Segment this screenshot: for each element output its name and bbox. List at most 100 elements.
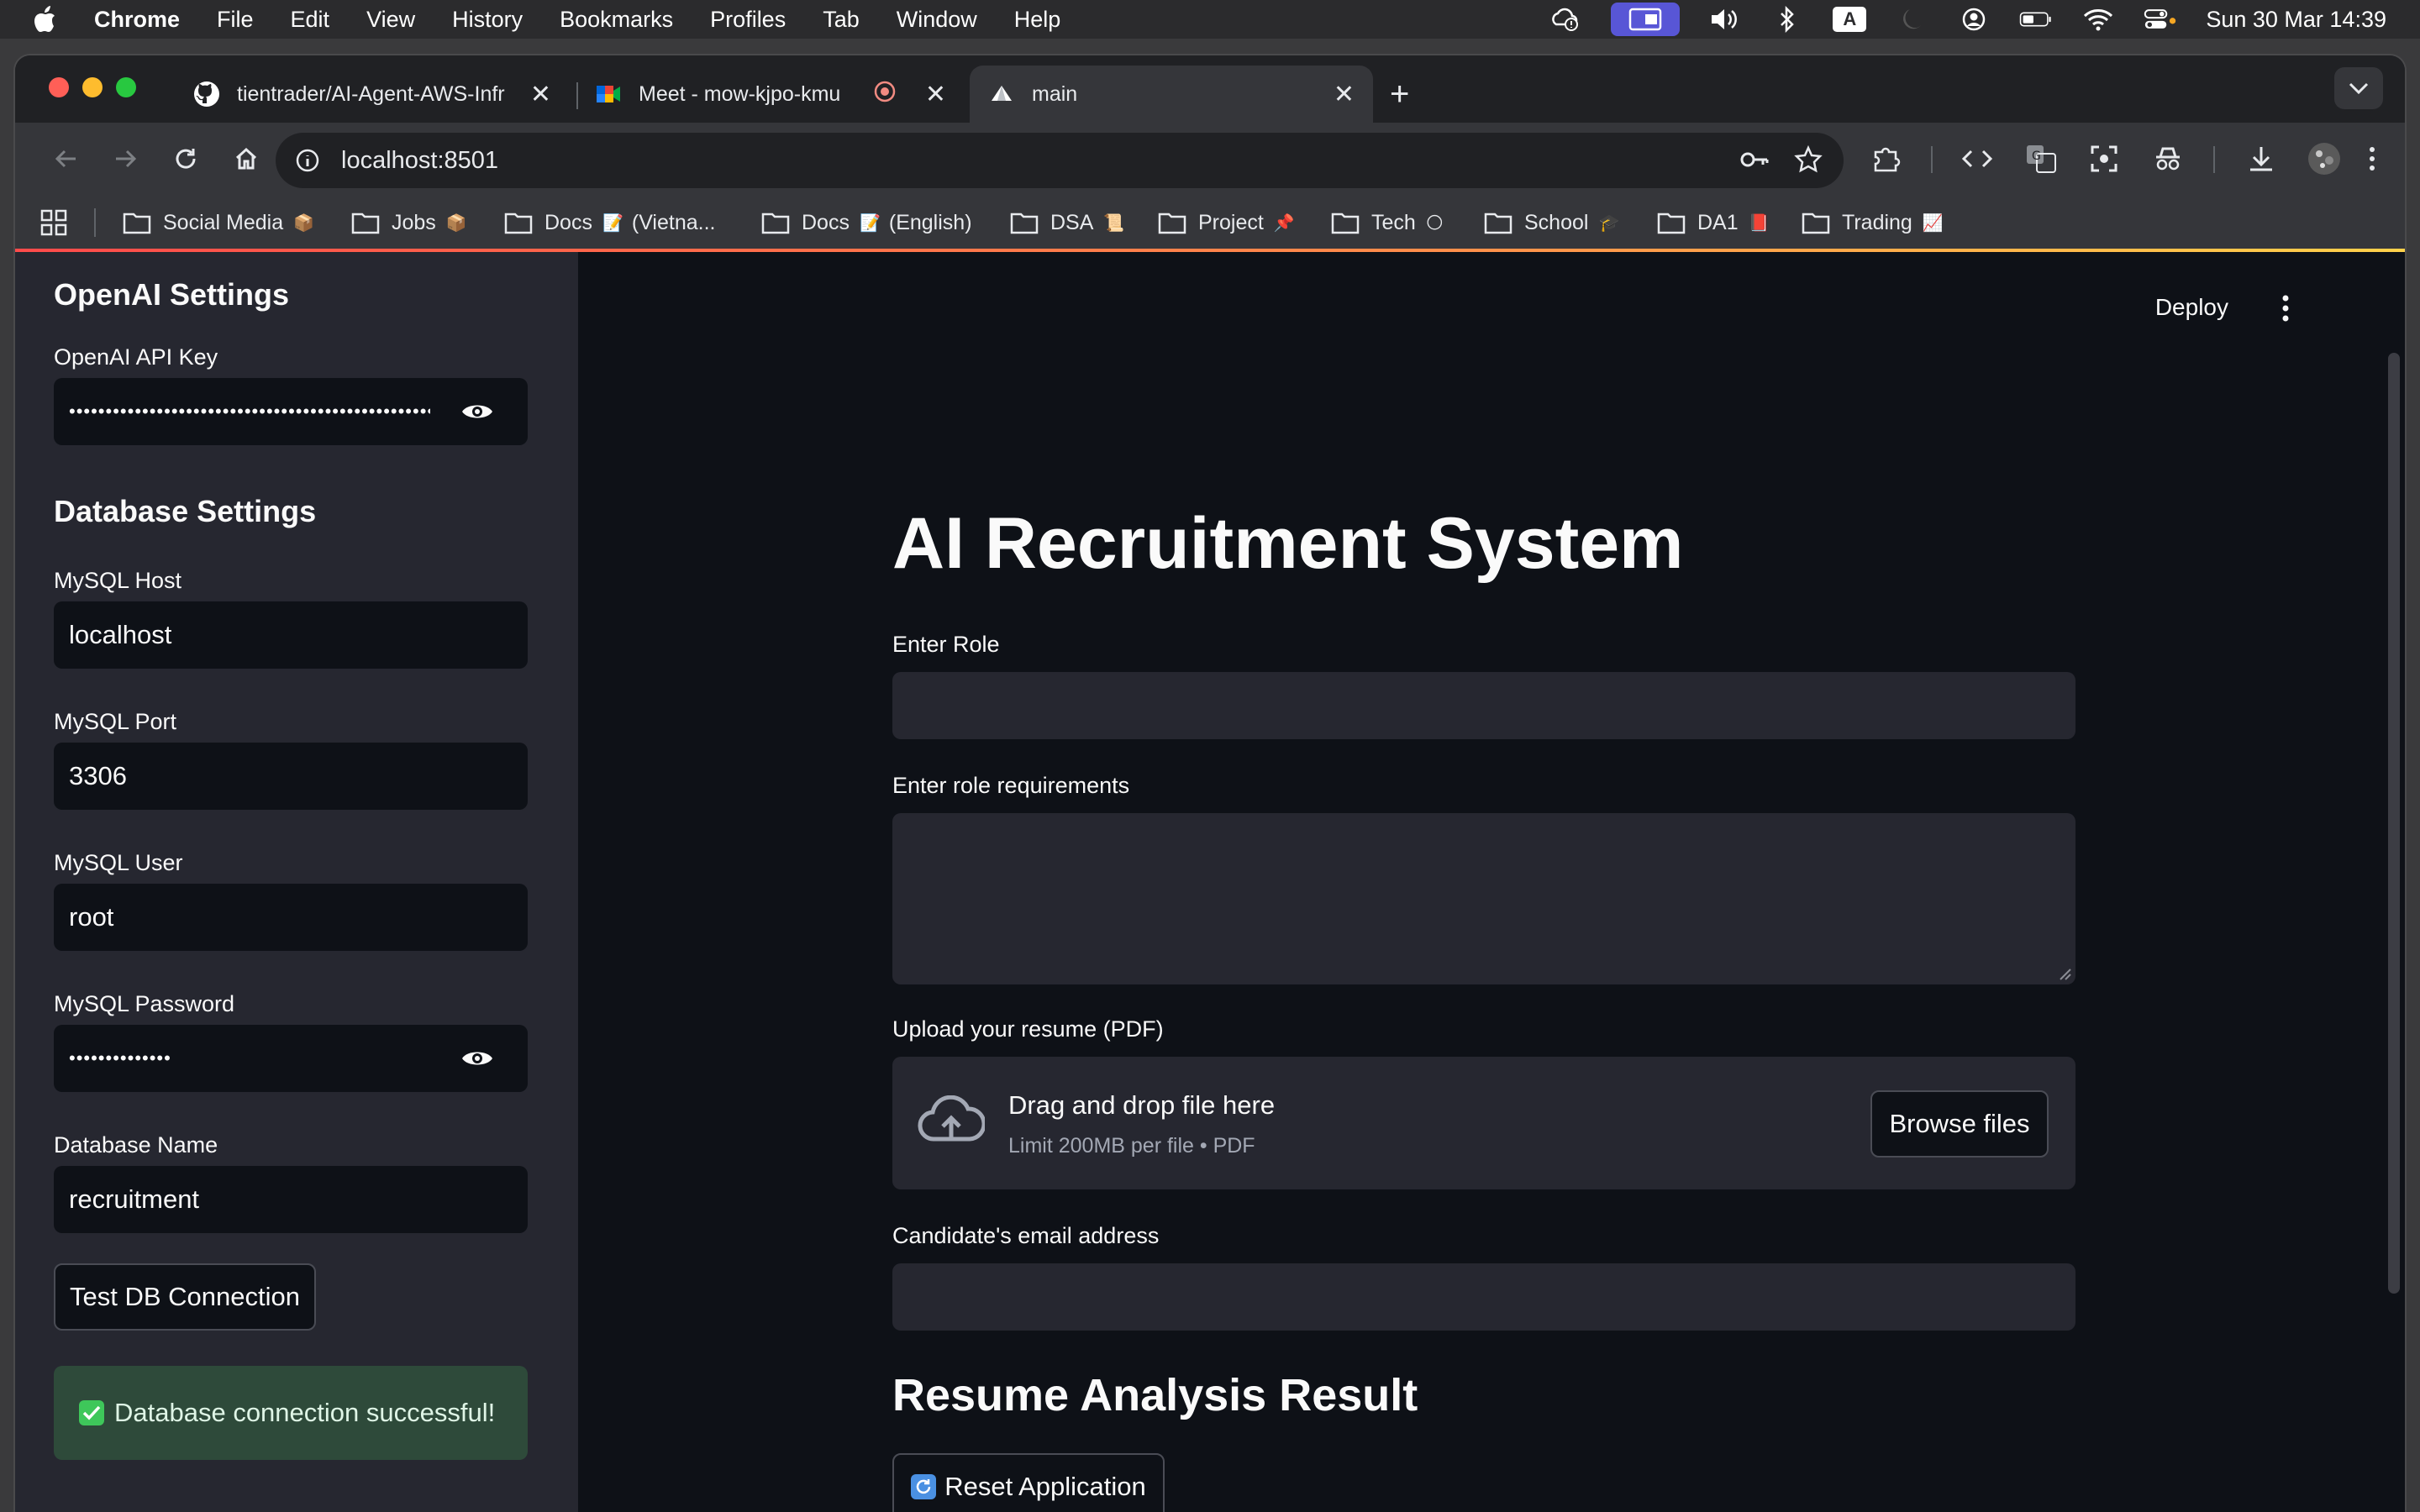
bookmark-folder-project[interactable]: Project 📌 bbox=[1158, 207, 1295, 239]
battery-icon[interactable] bbox=[2019, 6, 2053, 33]
chrome-menu-icon[interactable] bbox=[2368, 141, 2376, 176]
home-button[interactable] bbox=[229, 141, 264, 176]
eye-icon[interactable] bbox=[460, 1045, 494, 1072]
menu-app-name[interactable]: Chrome bbox=[94, 7, 180, 33]
folder-icon bbox=[1802, 213, 1830, 234]
incognito-extension-icon[interactable] bbox=[2153, 141, 2183, 176]
api-key-input[interactable]: ••••••••••••••••••••••••••••••••••••••••… bbox=[54, 378, 528, 445]
bookmark-emoji: 📈 bbox=[1922, 213, 1944, 233]
wifi-icon[interactable] bbox=[2081, 6, 2115, 33]
menu-file[interactable]: File bbox=[217, 7, 254, 33]
apple-icon[interactable] bbox=[34, 6, 57, 33]
browse-files-button[interactable]: Browse files bbox=[1870, 1090, 2049, 1158]
bookmark-folder-da1[interactable]: DA1 📕 bbox=[1657, 207, 1770, 239]
volume-icon[interactable] bbox=[1708, 6, 1742, 33]
apps-grid-icon[interactable] bbox=[40, 209, 67, 236]
tab-main[interactable]: main ✕ bbox=[970, 66, 1373, 123]
deploy-button[interactable]: Deploy bbox=[2155, 294, 2228, 321]
fullscreen-window-button[interactable] bbox=[116, 77, 136, 97]
input-source-icon[interactable]: A bbox=[1833, 6, 1867, 33]
close-tab-icon[interactable]: ✕ bbox=[1323, 80, 1355, 109]
result-heading: Resume Analysis Result bbox=[892, 1370, 1418, 1420]
database-name-input[interactable]: recruitment bbox=[54, 1166, 528, 1233]
folder-icon bbox=[1331, 213, 1360, 234]
menu-window[interactable]: Window bbox=[897, 7, 977, 33]
menu-bookmarks[interactable]: Bookmarks bbox=[560, 7, 673, 33]
folder-icon bbox=[1484, 213, 1512, 234]
weather-icon[interactable] bbox=[1549, 6, 1582, 33]
bookmark-emoji: 📝 bbox=[602, 213, 623, 233]
home-icon bbox=[235, 147, 257, 170]
translate-icon[interactable]: G bbox=[2025, 141, 2057, 176]
google-meet-icon bbox=[595, 81, 622, 108]
bookmark-folder-docs-vietnamese[interactable]: Docs 📝 (Vietna... bbox=[504, 207, 715, 239]
mysql-user-input[interactable]: root bbox=[54, 884, 528, 951]
menu-profiles[interactable]: Profiles bbox=[710, 7, 786, 33]
forward-button[interactable] bbox=[108, 141, 143, 176]
eye-icon[interactable] bbox=[460, 398, 494, 425]
menu-help[interactable]: Help bbox=[1014, 7, 1061, 33]
bookmark-folder-jobs[interactable]: Jobs 📦 bbox=[351, 207, 467, 239]
screenshot-capture-icon[interactable] bbox=[2089, 141, 2119, 176]
devtools-code-icon[interactable] bbox=[1961, 141, 1993, 176]
bookmark-folder-docs-english[interactable]: Docs 📝 (English) bbox=[761, 207, 972, 239]
requirements-label: Enter role requirements bbox=[892, 773, 1130, 798]
bluetooth-icon[interactable] bbox=[1770, 6, 1804, 33]
extensions-icon[interactable] bbox=[1870, 141, 1901, 176]
download-icon[interactable] bbox=[2247, 141, 2275, 176]
menu-tab[interactable]: Tab bbox=[823, 7, 860, 33]
tab-title: main bbox=[1032, 81, 1078, 106]
email-input[interactable] bbox=[892, 1263, 2075, 1331]
menu-edit[interactable]: Edit bbox=[291, 7, 330, 33]
minimize-window-button[interactable] bbox=[82, 77, 103, 97]
bookmark-label: Project bbox=[1198, 210, 1264, 234]
screen-share-icon[interactable] bbox=[1611, 3, 1681, 36]
bookmark-folder-school[interactable]: School 🎓 bbox=[1484, 207, 1619, 239]
bookmark-label: Tech bbox=[1371, 210, 1416, 234]
scrollbar[interactable] bbox=[2388, 353, 2400, 1294]
profile-avatar[interactable] bbox=[2307, 141, 2341, 176]
new-tab-button[interactable]: + bbox=[1390, 74, 1409, 114]
database-name-label: Database Name bbox=[54, 1132, 218, 1158]
openai-settings-heading: OpenAI Settings bbox=[54, 277, 290, 312]
control-center-icon[interactable] bbox=[2144, 6, 2177, 33]
dropzone-limit-text: Limit 200MB per file • PDF bbox=[1008, 1134, 1255, 1158]
mysql-host-input[interactable]: localhost bbox=[54, 601, 528, 669]
tab-search-button[interactable] bbox=[2334, 67, 2383, 109]
bookmark-emoji: 📌 bbox=[1273, 213, 1295, 233]
tab-meet[interactable]: Meet - mow-kjpo-kmu ✕ bbox=[576, 66, 965, 123]
close-tab-icon[interactable]: ✕ bbox=[915, 80, 946, 109]
test-db-connection-button[interactable]: Test DB Connection bbox=[54, 1263, 316, 1331]
mysql-port-input[interactable]: 3306 bbox=[54, 743, 528, 810]
site-info-icon[interactable] bbox=[292, 145, 323, 176]
input-source-label: A bbox=[1833, 7, 1867, 32]
bookmark-folder-social-media[interactable]: Social Media 📦 bbox=[123, 207, 314, 239]
menubar-clock[interactable]: Sun 30 Mar 14:39 bbox=[2206, 7, 2386, 33]
menu-history[interactable]: History bbox=[452, 7, 523, 33]
file-dropzone[interactable]: Drag and drop file here Limit 200MB per … bbox=[892, 1057, 2075, 1189]
close-window-button[interactable] bbox=[49, 77, 69, 97]
toolbar-separator bbox=[1931, 146, 1933, 173]
db-success-message: Database connection successful! bbox=[114, 1398, 496, 1427]
requirements-textarea[interactable] bbox=[892, 813, 2075, 984]
more-options-icon[interactable] bbox=[2277, 294, 2294, 323]
bookmark-folder-dsa[interactable]: DSA 📜 bbox=[1010, 207, 1124, 239]
bookmark-star-icon[interactable] bbox=[1793, 144, 1823, 179]
bookmark-folder-tech[interactable]: Tech 🌕 bbox=[1331, 207, 1444, 239]
role-input[interactable] bbox=[892, 672, 2075, 739]
reload-button[interactable] bbox=[168, 141, 203, 176]
tab-github[interactable]: tientrader/AI-Agent-AWS-Infr ✕ bbox=[175, 66, 570, 123]
back-button[interactable] bbox=[49, 141, 84, 176]
reset-application-button[interactable]: Reset Application bbox=[892, 1453, 1165, 1512]
bookmark-emoji: 📜 bbox=[1103, 213, 1125, 233]
focus-moon-icon[interactable] bbox=[1895, 6, 1928, 33]
address-bar[interactable]: localhost:8501 bbox=[276, 133, 1844, 188]
password-key-icon[interactable] bbox=[1739, 144, 1770, 179]
close-tab-icon[interactable]: ✕ bbox=[520, 80, 551, 109]
bookmark-folder-trading[interactable]: Trading 📈 bbox=[1802, 207, 1944, 239]
url-text: localhost:8501 bbox=[341, 146, 499, 174]
mysql-password-input[interactable]: •••••••••••••• bbox=[54, 1025, 528, 1092]
user-account-icon[interactable] bbox=[1957, 6, 1991, 33]
menu-view[interactable]: View bbox=[366, 7, 415, 33]
refresh-icon bbox=[911, 1474, 937, 1499]
